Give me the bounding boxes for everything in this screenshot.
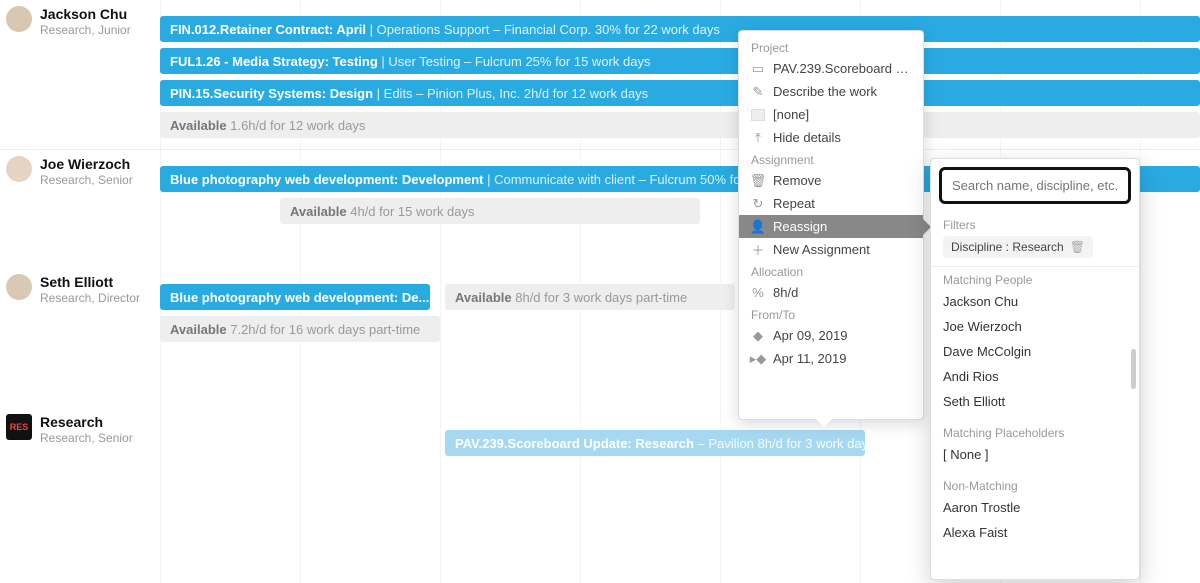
resource-row-jackson: Jackson Chu Research, Junior FIN.012.Ret… xyxy=(0,0,1200,150)
person-role: Research, Senior xyxy=(40,173,133,187)
menu-allocation[interactable]: % 8h/d xyxy=(739,281,923,304)
person-option-nonmatching[interactable]: Aaron Trostle xyxy=(931,495,1139,520)
non-matching-label: Non-Matching xyxy=(931,473,1139,495)
plus-icon: ＋ xyxy=(751,243,765,257)
percent-icon: % xyxy=(751,286,765,300)
repeat-icon: ↻ xyxy=(751,197,765,211)
menu-repeat[interactable]: ↻ Repeat xyxy=(739,192,923,215)
color-swatch-icon xyxy=(751,109,765,121)
availability-bar[interactable]: Available 1.6h/d for 12 work days xyxy=(160,112,1200,138)
matching-placeholders-label: Matching Placeholders xyxy=(931,420,1139,442)
assignment-context-menu: Project ▭ PAV.239.Scoreboard Updat... ✎ … xyxy=(738,30,924,420)
filters-label: Filters xyxy=(931,212,1139,234)
collapse-icon: ⤒ xyxy=(751,131,765,145)
date-start-icon: ◆ xyxy=(751,329,765,343)
menu-from-date[interactable]: ◆ Apr 09, 2019 xyxy=(739,324,923,347)
person-option[interactable]: Seth Elliott xyxy=(931,389,1139,414)
menu-hide-details[interactable]: ⤒ Hide details xyxy=(739,126,923,149)
person-header[interactable]: Jackson Chu Research, Junior xyxy=(0,0,160,37)
reassign-panel: Filters Discipline : Research 🗑 Matching… xyxy=(930,158,1140,580)
person-option[interactable]: Dave McColgin xyxy=(931,339,1139,364)
person-name: Joe Wierzoch xyxy=(40,156,133,173)
menu-project-name[interactable]: ▭ PAV.239.Scoreboard Updat... xyxy=(739,57,923,80)
person-icon: 👤 xyxy=(751,220,765,234)
assignment-bar[interactable]: FIN.012.Retainer Contract: April | Opera… xyxy=(160,16,1200,42)
menu-reassign[interactable]: 👤 Reassign xyxy=(739,215,923,238)
filter-chip[interactable]: Discipline : Research 🗑 xyxy=(943,236,1093,258)
timeline: FIN.012.Retainer Contract: April | Opera… xyxy=(160,0,1200,149)
menu-section-assignment: Assignment xyxy=(739,149,923,169)
availability-bar[interactable]: Available 4h/d for 15 work days xyxy=(280,198,700,224)
menu-section-fromto: From/To xyxy=(739,304,923,324)
availability-bar[interactable]: Available 8h/d for 3 work days part-time xyxy=(445,284,735,310)
assignment-bar[interactable]: Blue photography web development: De... xyxy=(160,284,430,310)
person-option[interactable]: Jackson Chu xyxy=(931,289,1139,314)
person-role: Research, Senior xyxy=(40,431,133,445)
assignment-bar[interactable]: PIN.15.Security Systems: Design | Edits … xyxy=(160,80,1200,106)
person-header[interactable]: Joe Wierzoch Research, Senior xyxy=(0,150,160,187)
person-option[interactable]: Joe Wierzoch xyxy=(931,314,1139,339)
avatar xyxy=(6,274,32,300)
scheduling-app: Jackson Chu Research, Junior FIN.012.Ret… xyxy=(0,0,1200,583)
panel-scrollbar[interactable] xyxy=(1131,349,1136,389)
placeholder-option[interactable]: [ None ] xyxy=(931,442,1139,467)
search-field-wrap xyxy=(939,167,1131,204)
person-header[interactable]: Seth Elliott Research, Director xyxy=(0,268,160,305)
person-header[interactable]: RES Research Research, Senior xyxy=(0,408,160,445)
menu-remove[interactable]: 🗑 Remove xyxy=(739,169,923,192)
assignment-bar-selected[interactable]: PAV.239.Scoreboard Update: Research – Pa… xyxy=(445,430,865,456)
menu-to-date[interactable]: ▸◆ Apr 11, 2019 xyxy=(739,347,923,370)
person-name: Jackson Chu xyxy=(40,6,131,23)
date-end-icon: ▸◆ xyxy=(751,352,765,366)
menu-section-project: Project xyxy=(739,37,923,57)
pencil-icon: ✎ xyxy=(751,85,765,99)
trash-icon: 🗑 xyxy=(751,174,765,188)
person-name: Seth Elliott xyxy=(40,274,140,291)
person-name: Research xyxy=(40,414,133,431)
availability-bar[interactable]: Available 7.2h/d for 16 work days part-t… xyxy=(160,316,440,342)
popover-anchor-arrow-icon xyxy=(816,419,832,427)
project-icon: ▭ xyxy=(751,62,765,76)
assignment-bar[interactable]: FUL1.26 - Media Strategy: Testing | User… xyxy=(160,48,1200,74)
matching-people-label: Matching People xyxy=(931,267,1139,289)
menu-describe[interactable]: ✎ Describe the work xyxy=(739,80,923,103)
menu-section-allocation: Allocation xyxy=(739,261,923,281)
person-role: Research, Director xyxy=(40,291,140,305)
avatar xyxy=(6,156,32,182)
avatar xyxy=(6,6,32,32)
person-option-nonmatching[interactable]: Alexa Faist xyxy=(931,520,1139,545)
person-role: Research, Junior xyxy=(40,23,131,37)
filter-chip-row: Discipline : Research 🗑 xyxy=(931,234,1139,267)
remove-filter-icon[interactable]: 🗑 xyxy=(1070,240,1085,254)
search-input[interactable] xyxy=(944,172,1126,199)
person-option[interactable]: Andi Rios xyxy=(931,364,1139,389)
menu-color-none[interactable]: [none] xyxy=(739,103,923,126)
menu-new-assignment[interactable]: ＋ New Assignment xyxy=(739,238,923,261)
placeholder-avatar: RES xyxy=(6,414,32,440)
